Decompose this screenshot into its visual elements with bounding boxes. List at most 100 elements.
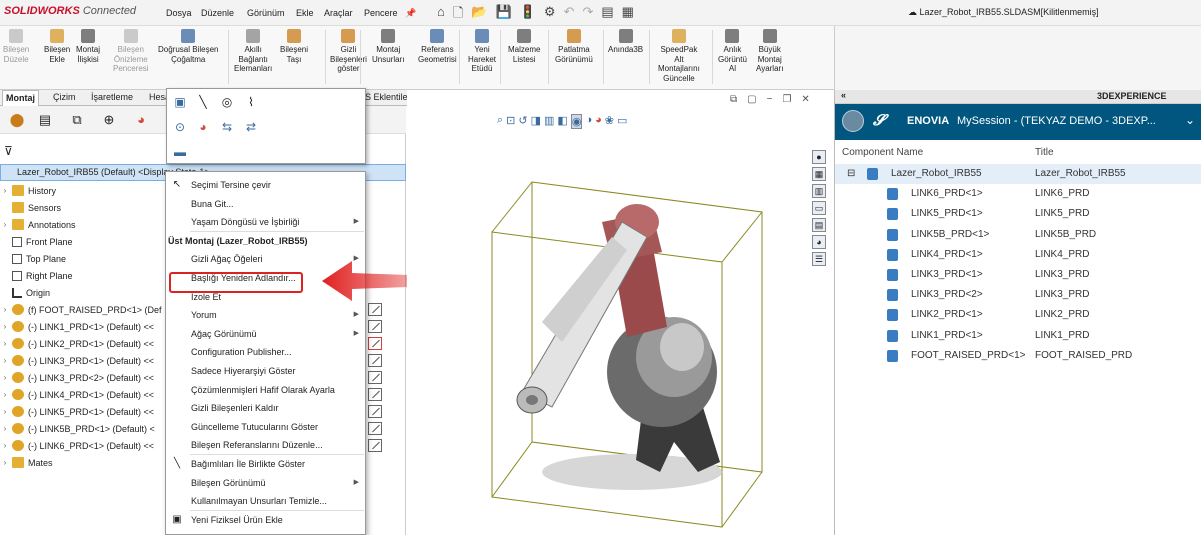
context-menu-item[interactable]: Kullanılmayan Unsurları Temizle... <box>166 492 365 510</box>
tile-icon[interactable]: ⧉ <box>730 94 737 105</box>
ribbon-button-8[interactable]: Montaj Unsurları <box>372 29 404 64</box>
close-icon[interactable]: ✕ <box>801 94 809 105</box>
menu-2[interactable]: Görünüm <box>247 8 285 18</box>
resources-tab-icon[interactable]: ▦ <box>812 167 826 181</box>
rebuild-icon[interactable]: ⇆ <box>219 119 235 135</box>
menu-1[interactable]: Düzenle <box>201 8 234 18</box>
expand-arrow-icon[interactable]: › <box>0 407 10 416</box>
component-row[interactable]: FOOT_RAISED_PRD<1> FOOT_RAISED_PRD <box>835 346 1201 366</box>
component-row[interactable]: LINK3_PRD<2> LINK3_PRD <box>835 285 1201 305</box>
col-title[interactable]: Title <box>1035 147 1054 158</box>
component-row[interactable]: LINK6_PRD<1> LINK6_PRD <box>835 184 1201 204</box>
context-menu-item[interactable]: Ağaç Görünümü ▶ <box>166 325 365 343</box>
context-menu-item[interactable]: Configuration Publisher... <box>166 343 365 361</box>
file-properties-icon[interactable]: ▤ <box>601 4 613 26</box>
component-row[interactable]: LINK2_PRD<1> LINK2_PRD <box>835 305 1201 325</box>
pin-menu-icon[interactable]: 📌 <box>405 8 416 19</box>
undo-icon[interactable]: ↶ <box>564 4 575 26</box>
tab-1[interactable]: Çizim <box>50 92 79 102</box>
context-menu-item[interactable]: Sadece Hiyerarşiyi Göster <box>166 362 365 380</box>
dimxpert-tab-icon[interactable]: ⊕ <box>98 111 120 129</box>
robot-model-3d[interactable] <box>452 142 782 532</box>
maximize-icon[interactable]: ❐ <box>782 94 791 105</box>
ribbon-button-1[interactable]: Bileşen Ekle <box>44 29 70 64</box>
checkbox-icon[interactable] <box>368 439 382 452</box>
enovia-session-bar[interactable]: 𝓢 ENOVIA MySession - (TEKYAZ DEMO - 3DEX… <box>835 104 1201 140</box>
menu-4[interactable]: Araçlar <box>324 8 353 18</box>
ribbon-button-2[interactable]: Montaj İlişkisi <box>76 29 100 64</box>
display-style-icon[interactable]: ◉ <box>570 114 583 129</box>
context-menu-item[interactable]: Buna Git... <box>166 195 365 213</box>
minimize-icon[interactable]: − <box>767 94 773 105</box>
component-row[interactable]: LINK5_PRD<1> LINK5_PRD <box>835 204 1201 224</box>
ribbon-button-13[interactable]: Anında3B <box>608 29 643 55</box>
tab-0[interactable]: Montaj <box>2 90 39 106</box>
context-menu-item[interactable]: Güncelleme Tutucularını Göster <box>166 418 365 436</box>
design-library-tab-icon[interactable]: ▥ <box>812 184 826 198</box>
hide-show-items-icon[interactable]: ◑ <box>585 114 592 129</box>
options-gear-icon[interactable]: ⚙ <box>544 4 556 26</box>
context-menu-item[interactable]: Seçimi Tersine çevir ↖ <box>166 176 365 194</box>
save-icon[interactable]: 💾 <box>496 4 512 26</box>
context-menu-item[interactable]: Çözümlenmişleri Hafif Olarak Ayarla <box>166 381 365 399</box>
ribbon-button-11[interactable]: Malzeme Listesi <box>508 29 540 64</box>
expand-arrow-icon[interactable]: › <box>0 390 10 399</box>
expand-arrow-icon[interactable]: › <box>0 322 10 331</box>
scene-icon[interactable]: ❀ <box>605 114 614 129</box>
checkbox-icon[interactable] <box>368 405 382 418</box>
tab-2[interactable]: İşaretleme <box>88 92 136 102</box>
menu-0[interactable]: Dosya <box>166 8 192 18</box>
context-menu-item[interactable]: Gizli Bileşenleri Kaldır <box>166 399 365 417</box>
user-avatar[interactable] <box>842 110 864 132</box>
context-menu-item[interactable]: Yorum ▶ <box>166 306 365 324</box>
context-menu-item[interactable]: Yaşam Döngüsü ve İşbirliği ▶ <box>166 213 365 231</box>
edit-icon[interactable]: ╲ <box>195 94 211 110</box>
previous-view-icon[interactable]: ↺ <box>518 114 527 129</box>
expand-arrow-icon[interactable]: › <box>0 186 10 195</box>
hide-icon[interactable]: ◎ <box>219 94 235 110</box>
expand-arrow-icon[interactable]: › <box>0 424 10 433</box>
folder-icon[interactable]: ▬ <box>172 144 188 160</box>
checkbox-icon[interactable] <box>368 388 382 401</box>
ribbon-button-6[interactable]: Bileşeni Taşı <box>280 29 308 64</box>
checkbox-icon[interactable] <box>368 371 382 384</box>
filter-icon[interactable]: ⊽ <box>4 144 13 158</box>
view-settings-icon[interactable]: ▭ <box>617 114 627 129</box>
expand-arrow-icon[interactable]: › <box>0 441 10 450</box>
configuration-tab-icon[interactable]: ⧉ <box>66 111 88 129</box>
component-row[interactable]: LINK5B_PRD<1> LINK5B_PRD <box>835 225 1201 245</box>
home-icon[interactable]: ⌂ <box>437 4 445 26</box>
window-layout-icon[interactable]: ▦ <box>622 4 634 26</box>
checkbox-icon[interactable] <box>368 303 382 316</box>
expand-arrow-icon[interactable]: › <box>0 373 10 382</box>
feature-tree-tab-icon[interactable]: ⬤ <box>6 111 28 129</box>
property-manager-tab-icon[interactable]: ▤ <box>34 111 56 129</box>
ribbon-button-15[interactable]: Anlık Görüntü Al <box>718 29 747 74</box>
ribbon-button-16[interactable]: Büyük Montaj Ayarları <box>756 29 783 74</box>
dynamic-annotation-icon[interactable]: ▥ <box>544 114 554 129</box>
context-menu-item[interactable]: Bileşen Referanslarını Düzenle... <box>166 436 365 454</box>
context-menu-item[interactable]: Bağımlıları İle Birlikte Göster ╲ <box>166 455 365 473</box>
component-row[interactable]: LINK3_PRD<1> LINK3_PRD <box>835 265 1201 285</box>
solidworks-logo[interactable]: SOLIDWORKS Connected <box>4 5 136 17</box>
file-explorer-tab-icon[interactable]: ▭ <box>812 201 826 215</box>
component-row[interactable]: ⊟ Lazer_Robot_IRB55 Lazer_Robot_IRB55 <box>835 164 1201 184</box>
context-menu-item[interactable]: Yeni Fiziksel Ürün Ekle ▣ <box>166 511 365 529</box>
appearance-icon[interactable]: ◕ <box>195 119 211 135</box>
ribbon-button-10[interactable]: Yeni Hareket Etüdü <box>468 29 496 74</box>
checkbox-icon[interactable] <box>368 320 382 333</box>
replace-icon[interactable]: ⇄ <box>243 119 259 135</box>
context-menu-item[interactable]: Bileşen Görünümü ▶ <box>166 474 365 492</box>
checkbox-icon[interactable] <box>368 354 382 367</box>
traffic-light-icon[interactable]: 🚦 <box>520 4 536 26</box>
zoom-area-icon[interactable]: ⊡ <box>506 114 515 129</box>
3dexperience-tab-icon[interactable]: ● <box>812 150 826 164</box>
redo-icon[interactable]: ↷ <box>582 4 593 26</box>
chevron-down-icon[interactable]: ⌄ <box>1185 113 1195 127</box>
view-palette-tab-icon[interactable]: ▤ <box>812 218 826 232</box>
expand-arrow-icon[interactable]: › <box>0 305 10 314</box>
component-row[interactable]: LINK1_PRD<1> LINK1_PRD <box>835 326 1201 346</box>
menu-3[interactable]: Ekle <box>296 8 314 18</box>
graphics-area[interactable]: ⧉ ▢ − ❐ ✕ ⌕ ⊡ ↺ ◨ ▥ ◧ ◉ ◑ ◕ ❀ ▭ <box>407 90 834 535</box>
collapse-panel-icon[interactable]: « <box>841 90 846 100</box>
